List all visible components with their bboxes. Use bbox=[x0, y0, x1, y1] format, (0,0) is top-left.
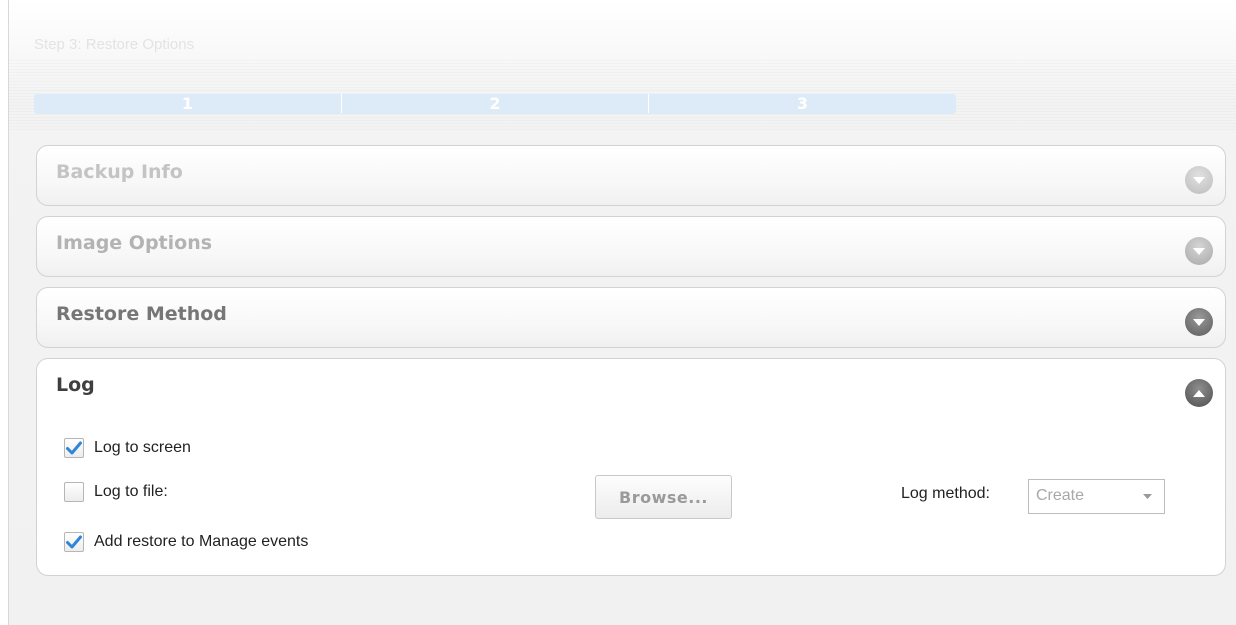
add-restore-option[interactable]: Add restore to Manage events bbox=[64, 531, 308, 553]
panel-backup-info[interactable]: Backup Info bbox=[36, 145, 1226, 206]
panel-restore-method[interactable]: Restore Method bbox=[36, 287, 1226, 348]
log-to-file-option[interactable]: Log to file: bbox=[64, 481, 168, 503]
panel-title-backup-info: Backup Info bbox=[56, 161, 183, 183]
checkmark-icon bbox=[66, 535, 82, 549]
progress-step-2: 2 bbox=[489, 94, 501, 113]
panel-image-options[interactable]: Image Options bbox=[36, 216, 1226, 277]
log-to-file-label: Log to file: bbox=[94, 483, 168, 500]
log-method-value: Create bbox=[1036, 487, 1085, 504]
chevron-down-icon[interactable] bbox=[1185, 308, 1213, 336]
panel-title-restore-method: Restore Method bbox=[56, 303, 227, 325]
progress-step-3: 3 bbox=[796, 94, 809, 113]
browse-button[interactable]: Browse... bbox=[595, 475, 732, 519]
chevron-down-icon bbox=[1143, 494, 1152, 499]
log-to-screen-option[interactable]: Log to screen bbox=[64, 437, 191, 459]
log-method-select[interactable]: Create bbox=[1028, 479, 1165, 514]
panel-title-image-options: Image Options bbox=[56, 232, 213, 254]
log-to-screen-label: Log to screen bbox=[94, 439, 191, 456]
checkmark-icon bbox=[66, 441, 82, 455]
progress-step-1: 1 bbox=[181, 94, 194, 113]
restore-wizard: Step 3: Restore Options 1 2 3 Backup Inf… bbox=[8, 0, 1236, 625]
panel-log: Log Log to screen Log to file: Add resto… bbox=[36, 358, 1226, 576]
chevron-up-icon[interactable] bbox=[1185, 379, 1213, 407]
chevron-down-icon[interactable] bbox=[1185, 237, 1213, 265]
add-restore-label: Add restore to Manage events bbox=[94, 533, 309, 550]
step-progress-bar: 1 2 3 bbox=[34, 93, 956, 114]
panel-title-log: Log bbox=[56, 374, 95, 396]
step-title: Step 3: Restore Options bbox=[34, 36, 195, 53]
log-to-screen-checkbox[interactable] bbox=[64, 438, 84, 458]
log-to-file-checkbox[interactable] bbox=[64, 482, 84, 502]
add-restore-checkbox[interactable] bbox=[64, 532, 84, 552]
log-method-label: Log method: bbox=[901, 485, 990, 502]
chevron-down-icon[interactable] bbox=[1185, 166, 1213, 194]
